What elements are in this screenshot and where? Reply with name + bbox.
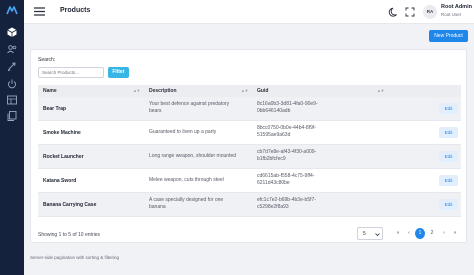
product-name: Bear Trap — [43, 106, 67, 112]
user-role: Root User — [441, 12, 462, 17]
power-icon[interactable] — [6, 78, 18, 90]
new-product-button[interactable]: New Product — [429, 30, 468, 42]
sort-icon[interactable]: ▲▼ — [377, 88, 384, 93]
product-name: Banana Carrying Case — [43, 202, 97, 208]
page-title: Products — [60, 7, 91, 14]
page-next[interactable]: › — [439, 228, 449, 239]
product-description: Your best defence against predatory bear… — [149, 101, 244, 115]
guid-line: 8c16a0b3-3d81-4fa0-90e9- — [257, 101, 318, 107]
edit-button[interactable]: Edit — [439, 199, 458, 210]
products-card: Search: Filter Name ▲▼ Description ▲▼ Gu… — [30, 49, 467, 243]
page-previous[interactable]: ‹ — [404, 228, 414, 239]
avatar[interactable]: RA — [423, 5, 437, 19]
edit-button[interactable]: Edit — [439, 175, 458, 186]
users-icon[interactable] — [6, 43, 18, 55]
edit-button[interactable]: Edit — [439, 127, 458, 138]
entries-summary: Showing 1 to 5 of 10 entries — [38, 232, 100, 238]
page-size-value: 5 — [363, 231, 366, 237]
guid-line: cd6615ab-f558-4c75-9ff4- — [257, 173, 315, 179]
moon-icon[interactable] — [388, 6, 400, 18]
table-row: Rocket Launcher Long range weapon, shoul… — [38, 145, 461, 169]
description-line: banana — [149, 204, 166, 210]
product-guid: 8c16a0b3-3d81-4fa0-90e9- 0bb646140adb — [257, 101, 331, 115]
table-row: Smoke Machine Guaranteed to liven up a p… — [38, 121, 461, 145]
product-description: A case specially designed for one banana — [149, 197, 244, 211]
app-logo-icon[interactable] — [6, 4, 18, 16]
product-description: Melee weapon, cuts through steel — [149, 177, 224, 183]
page-1[interactable]: 1 — [415, 228, 425, 239]
product-name: Katana Sword — [43, 178, 77, 184]
table-row: Bear Trap Your best defence against pred… — [38, 97, 461, 121]
chevron-down-icon — [375, 233, 380, 237]
description-line: A case specially designed for one — [149, 197, 224, 203]
product-name: Rocket Launcher — [43, 154, 84, 160]
table-row: Katana Sword Melee weapon, cuts through … — [38, 169, 461, 193]
guid-line: 6211d43c80be — [257, 180, 290, 186]
description-line: bears — [149, 108, 162, 114]
product-guid: cd6615ab-f558-4c75-9ff4- 6211d43c80be — [257, 173, 331, 187]
guid-line: c5298e2f8a93 — [257, 204, 289, 210]
page-2[interactable]: 2 — [427, 228, 437, 239]
top-header: Products RA Root Admin Root User — [24, 0, 474, 24]
sort-icon[interactable]: ▲▼ — [241, 88, 248, 93]
table-row: Banana Carrying Case A case specially de… — [38, 193, 461, 217]
page-last[interactable]: » — [450, 228, 460, 239]
edit-button[interactable]: Edit — [439, 103, 458, 114]
product-guid: 8bcc0750-0b0e-44b4-8f9f- 51595ae9a63d — [257, 125, 331, 139]
product-guid: efc1c7e2-b69b-4b3e-b5f7- c5298e2f8a93 — [257, 197, 331, 211]
footer-note: Server-side pagination with sorting & fi… — [30, 255, 120, 260]
fullscreen-icon[interactable] — [404, 6, 416, 18]
product-name: Smoke Machine — [43, 130, 81, 136]
product-description: Long range weapon, shoulder mounted — [149, 153, 237, 159]
sort-icon[interactable]: ▲▼ — [133, 88, 140, 93]
column-header-guid[interactable]: Guid — [257, 88, 268, 94]
filter-button[interactable]: Filter — [108, 67, 129, 78]
product-guid: cb7d7e8e-af43-4f30-a009- b1fb2bfcfec9 — [257, 149, 331, 163]
user-name[interactable]: Root Admin — [441, 4, 472, 10]
guid-line: 0bb646140adb — [257, 108, 291, 114]
search-label: Search: — [38, 57, 56, 63]
page-first[interactable]: « — [393, 228, 403, 239]
sidebar — [0, 0, 24, 275]
guid-line: 51595ae9a63d — [257, 132, 291, 138]
column-header-description[interactable]: Description — [149, 88, 177, 94]
copy-icon[interactable] — [6, 110, 18, 122]
rocket-icon[interactable] — [6, 60, 18, 72]
guid-line: 8bcc0750-0b0e-44b4-8f9f- — [257, 125, 316, 131]
hamburger-menu-icon[interactable] — [34, 7, 45, 16]
column-header-name[interactable]: Name — [43, 88, 57, 94]
table-header: Name ▲▼ Description ▲▼ Guid ▲▼ — [38, 85, 461, 97]
table-icon[interactable] — [6, 94, 18, 106]
product-description: Guaranteed to liven up a party — [149, 129, 217, 135]
cube-icon[interactable] — [6, 26, 18, 38]
page-size-select[interactable]: 5 — [357, 227, 383, 240]
description-line: Your best defence against predatory — [149, 101, 230, 107]
guid-line: efc1c7e2-b69b-4b3e-b5f7- — [257, 197, 316, 203]
search-input[interactable] — [38, 67, 104, 78]
guid-line: cb7d7e8e-af43-4f30-a009- — [257, 149, 317, 155]
edit-button[interactable]: Edit — [439, 151, 458, 162]
guid-line: b1fb2bfcfec9 — [257, 156, 286, 162]
